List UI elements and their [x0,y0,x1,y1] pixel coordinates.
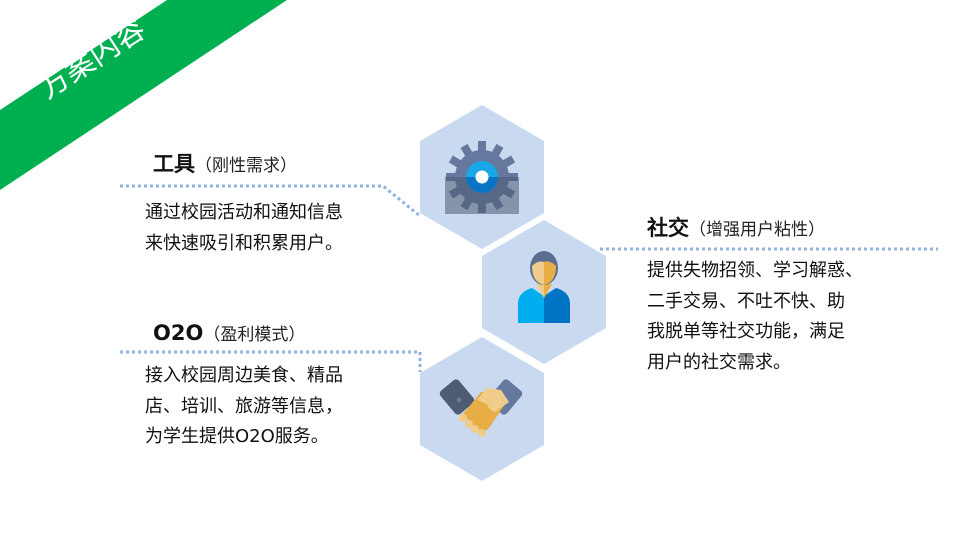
o2o-subtitle: （盈利模式） [203,325,306,345]
body-line: 通过校园活动和通知信息 [145,202,343,223]
body-line: 为学生提供O2O服务。 [145,426,329,447]
body-line: 用户的社交需求。 [647,351,791,373]
social-title: 社交 [647,216,689,240]
tool-title: 工具 [153,152,195,176]
body-line: 接入校园周边美食、精品 [145,365,343,386]
social-body: 提供失物招领、学习解惑、 二手交易、不吐不快、助 我脱单等社交功能，满足 用户的社交需… [647,256,863,378]
body-line: 提供失物招领、学习解惑、 [647,260,863,281]
body-line: 二手交易、不吐不快、助 [647,290,845,312]
o2o-title: O2O [153,321,204,345]
social-heading: 社交（增强用户粘性） [647,212,825,242]
body-line: 我脱单等社交功能，满足 [647,321,845,342]
o2o-heading: O2O（盈利模式） [153,320,305,345]
tool-body: 通过校园活动和通知信息 来快速吸引和积累用户。 [145,198,343,259]
slide: 方案内容 工具（刚性需求） 通过校园活动和通知信息 来快速吸引和积累用户。 社交… [0,0,960,540]
body-line: 来快速吸引和积累用户。 [145,232,343,254]
o2o-body: 接入校园周边美食、精品 店、培训、旅游等信息， 为学生提供O2O服务。 [145,361,343,453]
body-line: 店、培训、旅游等信息， [145,395,343,417]
social-subtitle: （增强用户粘性） [689,220,825,240]
tool-heading: 工具（刚性需求） [153,148,297,178]
tool-subtitle: （刚性需求） [195,156,297,176]
